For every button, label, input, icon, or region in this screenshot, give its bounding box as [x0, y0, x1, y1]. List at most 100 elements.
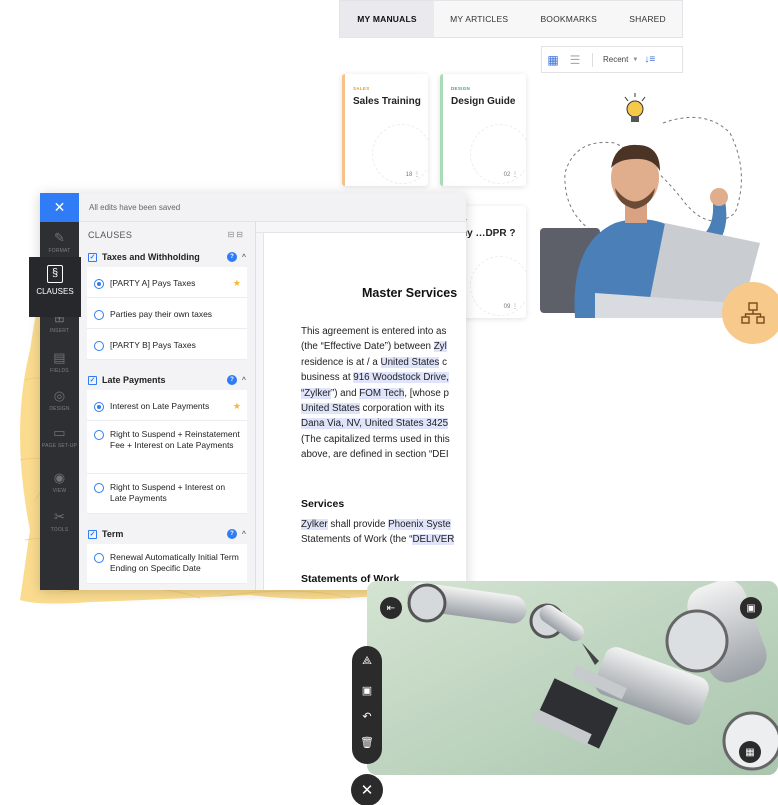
exit-icon[interactable]: ⇤: [380, 597, 402, 619]
clause-group-title: Late Payments: [102, 375, 166, 385]
rail-view[interactable]: ◉ VIEW: [40, 470, 79, 494]
radio-unselected[interactable]: [94, 482, 104, 493]
clause-option[interactable]: Right to Suspend + Interest on Late Paym…: [87, 474, 247, 514]
doc-line: Zylker shall provide Phoenix Syste: [301, 519, 451, 530]
clause-text: Parties pay their own taxes: [110, 309, 213, 319]
clause-group-header[interactable]: ✓ Late Payments ? ^: [79, 370, 255, 390]
rail-tools[interactable]: ✂ TOOLS: [40, 509, 79, 533]
doc-line: Statements of Work (the “DELIVER: [301, 534, 455, 546]
services-paragraph: Zylker shall provide Phoenix Syste State…: [301, 517, 466, 548]
card-count[interactable]: 18 ⋮: [406, 171, 420, 178]
clause-option[interactable]: [PARTY A] Pays Taxes ★: [87, 267, 247, 298]
list-view-icon[interactable]: ☰: [564, 53, 586, 67]
comment-icon[interactable]: ▣: [740, 597, 762, 619]
manual-tabs: MY MANUALS MY ARTICLES BOOKMARKS SHARED: [339, 0, 683, 38]
chevron-up-icon[interactable]: ^: [242, 531, 246, 538]
rail-fields-label: FIELDS: [50, 368, 69, 374]
radio-unselected[interactable]: [94, 429, 104, 440]
clause-group-header[interactable]: ✓ Term ? ^: [79, 524, 255, 544]
checkbox-icon[interactable]: ✓: [88, 529, 97, 539]
radio-unselected[interactable]: [94, 309, 104, 320]
3d-model-viewer[interactable]: ⇤ ▣ ▦: [367, 581, 778, 775]
rail-clauses-active[interactable]: § CLAUSES: [29, 257, 81, 317]
checkbox-icon[interactable]: ✓: [88, 375, 97, 385]
3d-view-icon[interactable]: ⟁: [352, 655, 382, 668]
tab-shared[interactable]: SHARED: [613, 1, 682, 37]
doc-line: (The capitalized terms used in this: [301, 433, 450, 445]
radio-unselected[interactable]: [94, 552, 104, 563]
undo-icon[interactable]: ↶: [352, 710, 382, 723]
tab-bookmarks[interactable]: BOOKMARKS: [524, 1, 613, 37]
clauses-panel: CLAUSES ⊟⊟ ✓ Taxes and Withholding ? ^ [P…: [79, 222, 256, 590]
rail-format[interactable]: ✎ FORMAT: [40, 230, 79, 254]
grid-menu-icon[interactable]: ▦: [739, 741, 761, 763]
panel-actions-icon[interactable]: ⊟⊟: [228, 230, 245, 239]
card-category: DESIGN: [451, 86, 471, 91]
section-icon: §: [47, 265, 63, 283]
chevron-up-icon[interactable]: ^: [242, 254, 246, 261]
clause-text: Interest on Late Payments: [110, 401, 210, 411]
vertical-ruler: [256, 233, 264, 590]
rail-fields[interactable]: ▤ FIELDS: [40, 350, 79, 374]
page-setup-icon: ▭: [53, 425, 66, 440]
horizontal-ruler: [256, 222, 466, 233]
eye-icon: ◉: [53, 470, 66, 485]
sort-order-icon[interactable]: ↓≡: [644, 54, 655, 65]
close-icon[interactable]: ✕: [40, 193, 79, 222]
palette-icon: ◎: [53, 388, 66, 403]
clause-option[interactable]: Right to Suspend + Reinstatement Fee + I…: [87, 421, 247, 474]
card-category: SALES: [353, 86, 370, 91]
services-heading: Services: [301, 498, 345, 510]
tab-my-articles[interactable]: MY ARTICLES: [434, 1, 524, 37]
clause-option[interactable]: Interest on Late Payments ★: [87, 390, 247, 421]
radio-selected[interactable]: [94, 278, 104, 289]
rail-design-label: DESIGN: [49, 406, 70, 412]
card-count[interactable]: 02 ⋮: [504, 171, 518, 178]
clause-option[interactable]: Renewal Automatically Initial Term Endin…: [87, 544, 247, 584]
checkbox-icon[interactable]: ✓: [88, 252, 97, 262]
manual-card-design[interactable]: DESIGN Design Guide 02 ⋮: [440, 74, 526, 186]
rail-clauses-label: CLAUSES: [36, 287, 74, 296]
save-status-bar: All edits have been saved: [79, 193, 466, 222]
hd-icon[interactable]: ▣: [352, 684, 382, 697]
card-title: Sales Training: [353, 96, 421, 107]
panel-header: CLAUSES ⊟⊟: [79, 222, 255, 247]
document-canvas[interactable]: Master Services This agreement is entere…: [256, 222, 466, 590]
clause-group-header[interactable]: ✓ Taxes and Withholding ? ^: [79, 247, 255, 267]
star-icon[interactable]: ★: [233, 401, 241, 412]
chevron-up-icon[interactable]: ^: [242, 377, 246, 384]
doc-line: United States corporation with its: [301, 403, 445, 415]
sort-dropdown[interactable]: Recent: [599, 55, 628, 64]
tools-icon: ✂: [53, 509, 66, 524]
viewer-toolbar: ⟁ ▣ ↶ 🗑: [352, 646, 382, 764]
help-icon[interactable]: ?: [226, 529, 237, 539]
fields-icon: ▤: [53, 350, 66, 365]
rail-page-setup[interactable]: ▭ PAGE SET-UP: [40, 425, 79, 449]
document-title: Master Services: [362, 286, 458, 300]
close-icon[interactable]: ✕: [351, 774, 383, 805]
tab-my-manuals[interactable]: MY MANUALS: [340, 1, 434, 37]
card-count[interactable]: 09 ⋮: [504, 303, 518, 310]
contract-editor-window: ✕ All edits have been saved ✎ FORMAT ⊞ INS…: [40, 193, 466, 590]
doc-line: Dana Via, NV, United States 3425: [301, 418, 449, 430]
rail-design[interactable]: ◎ DESIGN: [40, 388, 79, 412]
clause-option[interactable]: [PARTY B] Pays Taxes: [87, 329, 247, 360]
grid-view-icon[interactable]: ▦: [542, 53, 564, 67]
help-icon[interactable]: ?: [226, 375, 237, 385]
manual-card-sales[interactable]: SALES Sales Training 18 ⋮: [342, 74, 428, 186]
toolbar-divider: [592, 52, 593, 67]
format-icon: ✎: [53, 230, 66, 245]
doc-line: “Zylker”) and FOM Tech, [whose p: [301, 387, 449, 399]
rail-tools-label: TOOLS: [50, 527, 69, 533]
doc-line: (the “Effective Date”) between Zyl: [301, 341, 447, 353]
rail-view-label: VIEW: [52, 488, 67, 494]
trash-icon[interactable]: 🗑: [352, 736, 382, 749]
radio-unselected[interactable]: [94, 340, 104, 351]
panel-title: CLAUSES: [88, 229, 133, 240]
radio-selected[interactable]: [94, 401, 104, 412]
help-icon[interactable]: ?: [226, 252, 237, 262]
star-icon[interactable]: ★: [233, 278, 241, 289]
clause-text: Right to Suspend + Interest on Late Paym…: [110, 482, 226, 503]
chevron-down-icon[interactable]: ▼: [632, 57, 638, 63]
clause-option[interactable]: Parties pay their own taxes: [87, 298, 247, 329]
